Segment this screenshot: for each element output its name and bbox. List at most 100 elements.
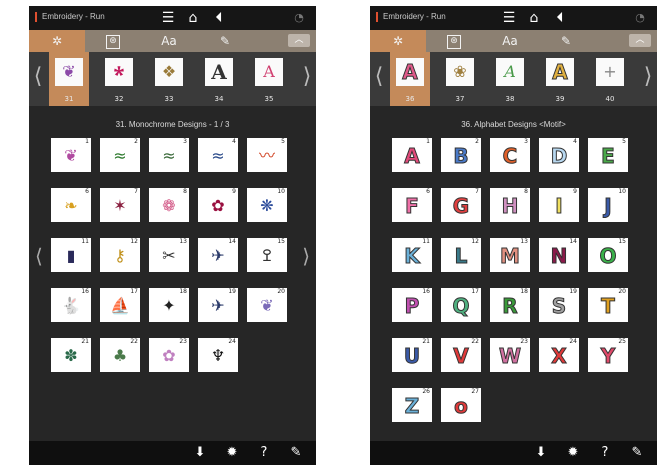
home-icon[interactable]: ⌂ xyxy=(184,9,202,27)
tab-edit[interactable]: ✎ xyxy=(197,30,253,52)
design-cell[interactable]: 1A xyxy=(392,138,432,172)
design-cell[interactable]: 9 ✿ xyxy=(198,188,238,222)
design-cell[interactable]: 22 V xyxy=(441,338,481,372)
design-cell[interactable]: 12 L xyxy=(441,238,481,272)
settings-icon[interactable]: ✹ xyxy=(564,444,582,462)
design-cell[interactable]: 25 Y xyxy=(588,338,628,372)
tools-icon[interactable]: ✎ xyxy=(287,444,305,462)
carousel-item[interactable]: A 36 xyxy=(390,52,430,106)
carousel-item[interactable]: 🞲 32 xyxy=(99,52,139,106)
page-prev-icon[interactable]: ⟨ xyxy=(35,244,43,268)
design-cell[interactable]: 22 ♣ xyxy=(100,338,140,372)
design-cell[interactable]: 3 ≈ xyxy=(149,138,189,172)
carousel-item[interactable]: A 38 xyxy=(490,52,530,106)
design-thumbnail: ≈ xyxy=(162,146,176,165)
tab-edit[interactable]: ✎ xyxy=(538,30,594,52)
design-cell[interactable]: 7G xyxy=(441,188,481,222)
carousel-next-icon[interactable]: ⟩ xyxy=(641,66,655,88)
design-cell[interactable]: 14 N xyxy=(539,238,579,272)
design-cell[interactable]: 23 ✿ xyxy=(149,338,189,372)
design-cell[interactable]: 6 ❧ xyxy=(51,188,91,222)
design-cell[interactable]: 17 ⛵ xyxy=(100,288,140,322)
letter-motif: I xyxy=(555,194,563,219)
design-cell[interactable]: 2 ≈ xyxy=(100,138,140,172)
design-cell[interactable]: 9I xyxy=(539,188,579,222)
settings-icon[interactable]: ✹ xyxy=(223,444,241,462)
design-cell[interactable]: 11 K xyxy=(392,238,432,272)
design-thumbnail: ❦ xyxy=(64,146,78,165)
page-next-icon[interactable]: ⟩ xyxy=(302,244,310,268)
carousel-item[interactable]: A 34 xyxy=(199,52,239,106)
design-cell[interactable]: 24 ♆ xyxy=(198,338,238,372)
import-icon[interactable]: ⬇ xyxy=(191,444,209,462)
tab-designs[interactable]: ✲ xyxy=(29,30,85,52)
design-cell[interactable]: 6F xyxy=(392,188,432,222)
design-cell[interactable]: 15 ߐ xyxy=(247,238,287,272)
design-cell[interactable]: 10 J xyxy=(588,188,628,222)
home-icon[interactable]: ⌂ xyxy=(525,9,543,27)
design-cell[interactable]: 18 ✦ xyxy=(149,288,189,322)
design-cell[interactable]: 26 Z xyxy=(392,388,432,422)
carousel-item[interactable]: ❀ 37 xyxy=(440,52,480,106)
menu-icon[interactable]: ☰ xyxy=(500,9,518,27)
design-cell[interactable]: 18 R xyxy=(490,288,530,322)
design-cell[interactable]: 4D xyxy=(539,138,579,172)
collapse-button[interactable]: ︿ xyxy=(629,34,651,47)
design-cell[interactable]: 4 ≈ xyxy=(198,138,238,172)
design-cell[interactable]: 24 X xyxy=(539,338,579,372)
design-cell[interactable]: 5 〰 xyxy=(247,138,287,172)
menu-icon[interactable]: ☰ xyxy=(159,9,177,27)
design-cell[interactable]: 12 ⚷ xyxy=(100,238,140,272)
design-cell[interactable]: 27 o xyxy=(441,388,481,422)
carousel-item[interactable]: ❦ 31 xyxy=(49,52,89,106)
back-icon[interactable]: ⏴ xyxy=(551,9,569,27)
design-cell[interactable]: 16 P xyxy=(392,288,432,322)
design-cell[interactable]: 23 W xyxy=(490,338,530,372)
tab-fonts[interactable]: Aa xyxy=(482,30,538,52)
carousel-item[interactable]: + 40 xyxy=(590,52,630,106)
design-cell[interactable]: 21 U xyxy=(392,338,432,372)
design-cell[interactable]: 21 ✽ xyxy=(51,338,91,372)
design-cell[interactable]: 13 ✂ xyxy=(149,238,189,272)
carousel-prev-icon[interactable]: ⟨ xyxy=(31,66,45,88)
letter-motif: X xyxy=(551,344,567,369)
design-cell[interactable]: 3C xyxy=(490,138,530,172)
tab-fonts[interactable]: Aa xyxy=(141,30,197,52)
tools-icon[interactable]: ✎ xyxy=(628,444,646,462)
carousel-item[interactable]: A 39 xyxy=(540,52,580,106)
design-thumbnail: ߐ xyxy=(262,246,272,265)
design-cell[interactable]: 8H xyxy=(490,188,530,222)
design-cell[interactable]: 16 🐇 xyxy=(51,288,91,322)
design-cell[interactable]: 14 ✈ xyxy=(198,238,238,272)
back-icon[interactable]: ⏴ xyxy=(210,9,228,27)
collapse-button[interactable]: ︿ xyxy=(288,34,310,47)
design-cell[interactable]: 19 ✈ xyxy=(198,288,238,322)
embroidery-screen-alphabet: Embroidery - Run ☰ ⌂ ⏴ ◔ ✲ ⊛ Aa ✎ ︿ ⟨ A … xyxy=(370,6,657,465)
carousel-next-icon[interactable]: ⟩ xyxy=(300,66,314,88)
design-cell[interactable]: 10 ❋ xyxy=(247,188,287,222)
design-cell[interactable]: 7 ✶ xyxy=(100,188,140,222)
design-cell[interactable]: 8 ❁ xyxy=(149,188,189,222)
carousel-thumb: A xyxy=(396,58,424,86)
import-icon[interactable]: ⬇ xyxy=(532,444,550,462)
help-icon[interactable]: ? xyxy=(596,444,614,462)
carousel-item[interactable]: A 35 xyxy=(249,52,289,106)
carousel-item[interactable]: ❖ 33 xyxy=(149,52,189,106)
carousel-prev-icon[interactable]: ⟨ xyxy=(372,66,386,88)
tab-my-designs[interactable]: ⊛ xyxy=(426,30,482,52)
design-cell[interactable]: 1 ❦ xyxy=(51,138,91,172)
help-icon[interactable]: ? xyxy=(255,444,273,462)
design-cell[interactable]: 20 T xyxy=(588,288,628,322)
design-cell[interactable]: 15 O xyxy=(588,238,628,272)
design-cell[interactable]: 13 M xyxy=(490,238,530,272)
design-cell[interactable]: 11 ▮ xyxy=(51,238,91,272)
tab-designs[interactable]: ✲ xyxy=(370,30,426,52)
letter-motif: Q xyxy=(452,294,470,319)
design-cell[interactable]: 2B xyxy=(441,138,481,172)
carousel-thumb: ❀ xyxy=(446,58,474,86)
design-cell[interactable]: 20 ❦ xyxy=(247,288,287,322)
design-cell[interactable]: 19 S xyxy=(539,288,579,322)
design-cell[interactable]: 17 Q xyxy=(441,288,481,322)
design-cell[interactable]: 5E xyxy=(588,138,628,172)
tab-my-designs[interactable]: ⊛ xyxy=(85,30,141,52)
